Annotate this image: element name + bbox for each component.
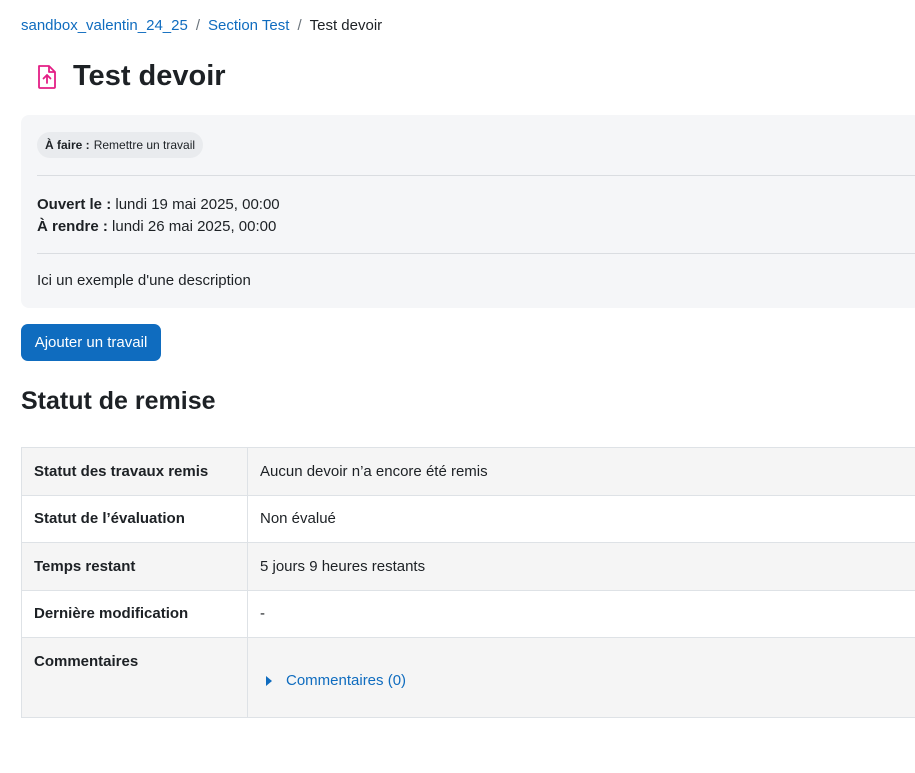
todo-label: À faire :: [45, 138, 90, 152]
opened-value: lundi 19 mai 2025, 00:00: [115, 196, 280, 213]
comments-toggle[interactable]: Commentaires (0): [266, 672, 908, 689]
activity-information: À faire : Remettre un travail Ouvert le …: [21, 115, 915, 308]
table-row: Statut des travaux remis Aucun devoir n’…: [21, 447, 915, 496]
row-value: -: [247, 589, 915, 638]
row-value: 5 jours 9 heures restants: [247, 542, 915, 591]
table-row: Commentaires Commentaires (0): [21, 637, 915, 718]
divider: [37, 253, 915, 254]
add-submission-button[interactable]: Ajouter un travail: [21, 324, 161, 361]
row-label: Commentaires: [21, 637, 248, 718]
activity-dates: Ouvert le : lundi 19 mai 2025, 00:00 À r…: [37, 194, 280, 238]
breadcrumb-current: Test devoir: [309, 17, 383, 34]
page-title: Test devoir: [73, 60, 226, 92]
row-value: Commentaires (0): [247, 637, 915, 718]
table-row: Statut de l’évaluation Non évalué: [21, 494, 915, 543]
assignment-upload-icon: [33, 62, 61, 92]
row-value: Aucun devoir n’a encore été remis: [247, 447, 915, 496]
row-label: Statut de l’évaluation: [21, 494, 248, 543]
row-label: Statut des travaux remis: [21, 447, 248, 496]
due-value: lundi 26 mai 2025, 00:00: [112, 218, 277, 235]
caret-right-icon: [266, 675, 272, 686]
breadcrumb-link-section[interactable]: Section Test: [208, 17, 289, 34]
submission-status-heading: Statut de remise: [21, 387, 216, 415]
todo-badge: À faire : Remettre un travail: [37, 132, 204, 158]
page-header: Test devoir: [33, 60, 226, 93]
table-row: Dernière modification -: [21, 589, 915, 638]
activity-description: Ici un exemple d'une description: [37, 272, 251, 289]
comments-link[interactable]: Commentaires (0): [286, 672, 406, 689]
divider: [37, 175, 915, 176]
breadcrumb-separator: /: [195, 17, 200, 34]
todo-value: Remettre un travail: [93, 138, 196, 152]
breadcrumb: sandbox_valentin_24_25 / Section Test / …: [21, 17, 382, 34]
opened-date: Ouvert le : lundi 19 mai 2025, 00:00: [37, 194, 280, 216]
breadcrumb-separator: /: [297, 17, 302, 34]
submission-status-table: Statut des travaux remis Aucun devoir n’…: [21, 447, 915, 718]
due-label: À rendre :: [37, 218, 108, 235]
opened-label: Ouvert le :: [37, 196, 112, 213]
row-label: Temps restant: [21, 542, 248, 591]
row-value: Non évalué: [247, 494, 915, 543]
breadcrumb-link-course[interactable]: sandbox_valentin_24_25: [21, 17, 188, 34]
due-date: À rendre : lundi 26 mai 2025, 00:00: [37, 216, 280, 238]
row-label: Dernière modification: [21, 589, 248, 638]
table-row: Temps restant 5 jours 9 heures restants: [21, 542, 915, 591]
